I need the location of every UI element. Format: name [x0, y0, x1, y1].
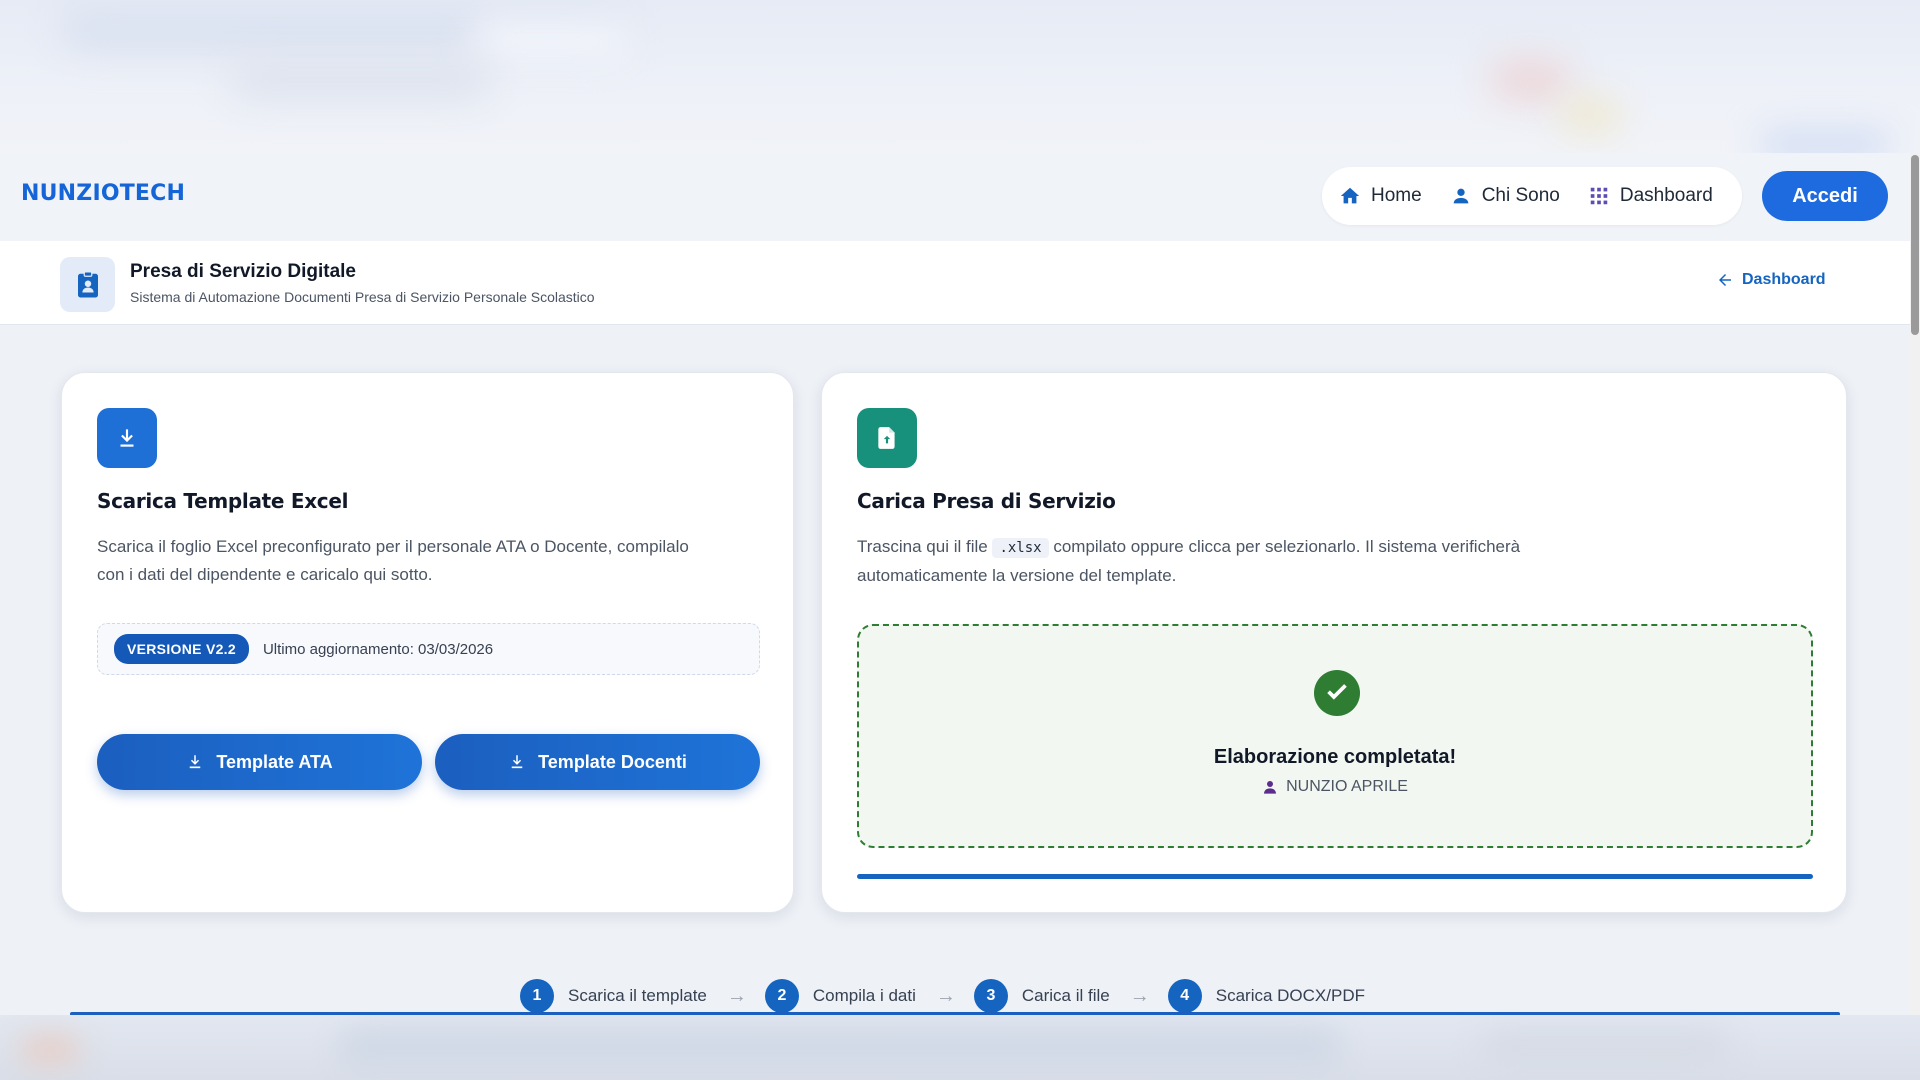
page-scrollbar[interactable]: [1910, 153, 1920, 1015]
button-label: Template ATA: [216, 751, 333, 772]
login-button[interactable]: Accedi: [1762, 171, 1888, 221]
step-1: 1 Scarica il template: [520, 979, 707, 1013]
card-title: Scarica Template Excel: [97, 489, 349, 513]
page-title: Presa di Servizio Digitale: [130, 261, 356, 282]
download-template-card: Scarica Template Excel Scarica il foglio…: [61, 372, 794, 913]
nav-item-label: Chi Sono: [1481, 185, 1560, 206]
upload-card: Carica Presa di Servizio Trascina qui il…: [821, 372, 1847, 913]
brand-logo[interactable]: NUNZIOTECH: [21, 181, 185, 206]
arrow-right-icon: →: [935, 984, 956, 1007]
step-number: 4: [1167, 979, 1202, 1013]
home-icon: [1340, 187, 1360, 204]
scrollbar-thumb[interactable]: [1911, 155, 1919, 335]
nav-item-chi-sono[interactable]: Chi Sono: [1450, 185, 1560, 207]
last-update-date: Ultimo aggiornamento: 03/03/2026: [262, 640, 494, 658]
template-ata-button[interactable]: Template ATA: [97, 734, 422, 790]
grid-icon: [1590, 187, 1608, 205]
nav-item-dashboard[interactable]: Dashboard: [1588, 185, 1713, 207]
description-line: Scarica il foglio Excel preconfigurato p…: [97, 537, 689, 556]
back-to-dashboard-link[interactable]: Dashboard: [1716, 271, 1826, 289]
step-label: Compila i dati: [812, 986, 916, 1005]
back-link-label: Dashboard: [1742, 271, 1826, 288]
download-icon: [190, 755, 201, 769]
version-info: VERSIONE V2.2 Ultimo aggiornamento: 03/0…: [97, 623, 760, 675]
arrow-right-icon: →: [726, 984, 747, 1007]
step-label: Carica il file: [1021, 986, 1110, 1005]
file-upload-icon: [857, 408, 917, 468]
description-line: automaticamente la versione del template…: [857, 566, 1177, 585]
file-extension-code: .xlsx: [992, 538, 1049, 558]
check-circle-icon: [1314, 670, 1360, 716]
top-navbar: NUNZIOTECH Home Chi Sono Dashboard Acced…: [0, 153, 1910, 241]
arrow-left-icon: [1719, 274, 1731, 286]
step-2: 2 Compila i dati: [764, 979, 916, 1013]
nav-menu: Home Chi Sono Dashboard: [1322, 167, 1742, 225]
upload-progress-bar: [857, 874, 1813, 879]
step-number: 1: [520, 979, 554, 1013]
download-icon: [511, 755, 523, 769]
person-icon: [1264, 781, 1277, 794]
person-icon: [1453, 188, 1469, 204]
taskbar-blurred: [0, 1015, 1920, 1080]
user-name: NUNZIO APRILE: [1286, 778, 1408, 795]
file-dropzone[interactable]: Elaborazione completata! NUNZIO APRILE: [857, 624, 1813, 848]
step-label: Scarica DOCX/PDF: [1215, 986, 1365, 1005]
description-text: Trascina qui il file: [857, 537, 988, 556]
template-docenti-button[interactable]: Template Docenti: [435, 734, 760, 790]
card-title: Carica Presa di Servizio: [857, 489, 1116, 513]
browser-chrome-blurred: [0, 0, 1920, 153]
card-description: Trascina qui il file .xlsx compilato opp…: [857, 533, 1520, 590]
page-subtitle: Sistema di Automazione Documenti Presa d…: [130, 289, 595, 305]
nav-item-home[interactable]: Home: [1339, 185, 1422, 207]
arrow-right-icon: →: [1129, 984, 1150, 1007]
status-user: NUNZIO APRILE: [859, 778, 1811, 796]
status-title: Elaborazione completata!: [1213, 746, 1457, 768]
step-4: 4 Scarica DOCX/PDF: [1167, 979, 1365, 1013]
description-line: con i dati del dipendente e caricalo qui…: [97, 565, 433, 584]
step-label: Scarica il template: [568, 986, 707, 1005]
card-description: Scarica il foglio Excel preconfigurato p…: [97, 533, 689, 589]
version-badge: VERSIONE V2.2: [114, 634, 249, 664]
nav-item-label: Dashboard: [1619, 185, 1713, 206]
button-label: Template Docenti: [538, 751, 687, 772]
badge-icon: [60, 257, 115, 312]
page-header: Presa di Servizio Digitale Sistema di Au…: [0, 241, 1910, 325]
step-3: 3 Carica il file: [973, 979, 1110, 1013]
download-icon: [97, 408, 157, 468]
description-text: compilato oppure clicca per selezionarlo…: [1053, 537, 1521, 556]
nav-item-label: Home: [1371, 185, 1422, 206]
process-steps: 1 Scarica il template → 2 Compila i dati…: [520, 978, 1365, 1014]
step-number: 3: [973, 979, 1008, 1013]
step-number: 2: [764, 979, 799, 1013]
